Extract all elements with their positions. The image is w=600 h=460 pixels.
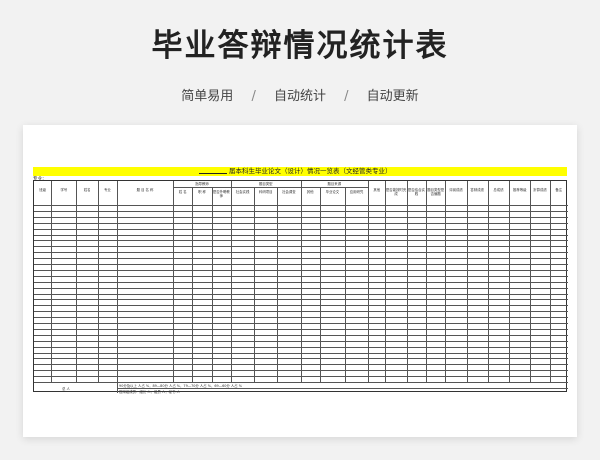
table-row [34,240,568,242]
column-header: 职 称 [198,190,206,194]
column-header: 是否外聘教师 [212,190,230,198]
table-row [34,364,568,366]
table-row [34,222,568,224]
table-row [34,293,568,295]
column-header: 是否能按时完成 [385,188,407,196]
column-header: 折算成绩 [533,188,547,192]
column-header: 姓名 [83,188,91,192]
table-row [34,234,568,236]
spreadsheet-preview: 届本科生毕业论文（设计）情况一览表（文经管类专业） 专业： 指导教师 题目类型 题目… [23,125,577,437]
table-row [34,334,568,336]
table-row [34,346,568,348]
feature-easy: 简单易用 [181,89,234,104]
table-row [34,258,568,260]
group-header: 指导教师 [195,182,209,186]
table-row [34,252,568,254]
column-header: 其他 [306,190,314,194]
column-header: 推荐等级 [512,188,527,192]
table-row [34,358,568,360]
column-header: 社会实践 [235,190,250,194]
header-divider [34,205,568,206]
table-row [34,323,568,324]
page-title: 毕业答辩情况统计表 [151,28,449,64]
table-row [34,328,568,330]
feature-auto-update: 自动更新 [366,89,419,104]
table-row [34,382,568,383]
footer-committee: 答辩组成员：组长 人，组员 人，秘书 人 [119,389,180,394]
footer-total: 总 人 [62,386,70,391]
table-row [34,305,568,307]
group-header-line [173,187,231,188]
column-header: 备注 [555,188,563,192]
group-header: 题目来源 [327,182,342,186]
table-row [34,264,568,265]
column-header: 毕业论文 [325,190,340,194]
summary-table: 指导教师 题目类型 题目来源班级 学号 姓名 专业 题 目 名 称姓 名 职 称 是否外聘教师 社… [33,180,568,394]
table-row [34,299,568,301]
group-header-line [230,187,301,188]
column-header: 评阅成绩 [449,188,463,192]
column-header: 是否结合实践 [407,188,425,196]
table-row [34,275,568,277]
group-header-line [300,187,369,188]
column-header: 答辩成绩 [470,188,484,192]
column-header: 题 目 名 称 [136,188,154,192]
footer-score-summary: 90分及以上 人占 %，89—80分 人占 %，79—70分 人占 %，69—6… [119,384,242,388]
column-header: 应用研究 [349,190,364,194]
column-header: 学号 [60,188,68,192]
feature-list: 简单易用 / 自动统计 / 自动更新 [0,85,600,104]
feature-separator: / [251,89,256,104]
column-header: 科研项目 [258,190,273,194]
column-header: 专业 [103,188,111,192]
table-row [34,311,568,313]
column-header: 总成绩 [493,188,504,192]
column-header: 班级 [39,188,47,192]
column-header: 社会调查 [282,190,296,194]
table-row [34,352,568,354]
column-header: 姓 名 [178,190,187,194]
table-row [34,317,568,319]
group-header: 题目类型 [258,182,273,186]
table-row [34,281,568,283]
table-row [34,210,568,212]
table-row [34,376,568,378]
table-row [34,287,568,289]
table-row [34,370,568,372]
feature-auto-stats: 自动统计 [273,89,326,104]
column-header: 题目类型是否偏题 [427,188,445,196]
table-row [34,269,568,271]
sheet-banner: 届本科生毕业论文（设计）情况一览表（文经管类专业） [33,167,567,176]
table-row [34,216,568,218]
table-row [34,228,568,230]
table-row [34,246,568,248]
column-header: 其他 [373,188,381,192]
feature-separator: / [344,89,349,104]
sheet-title: 届本科生毕业论文（设计）情况一览表（文经管类专业） [229,167,392,175]
year-blank [199,167,227,174]
table-row [34,340,568,342]
